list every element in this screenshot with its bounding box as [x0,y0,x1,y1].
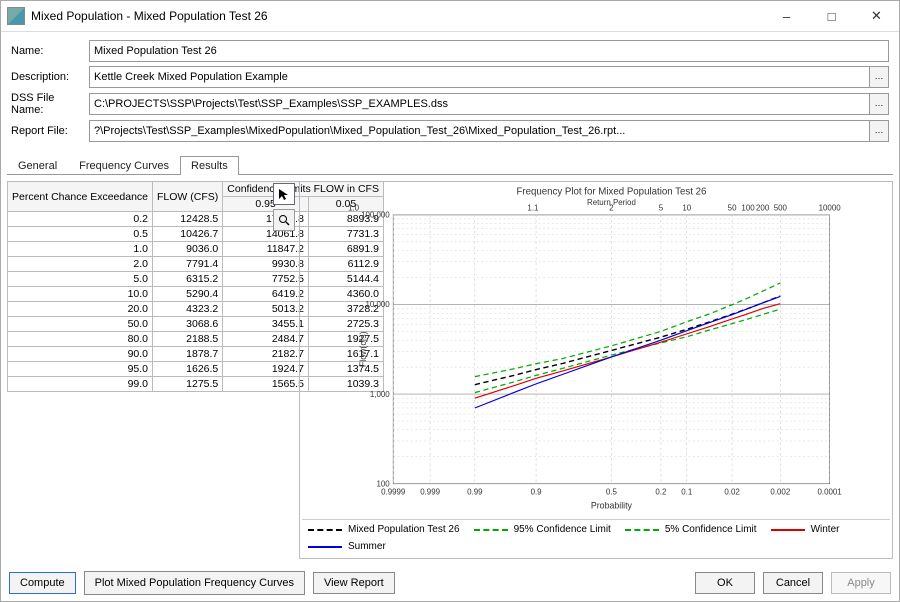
description-browse-button[interactable]: … [870,66,889,88]
svg-text:0.0001: 0.0001 [818,487,843,496]
svg-text:0.99: 0.99 [467,487,483,496]
svg-text:0.5: 0.5 [606,487,618,496]
plot-button[interactable]: Plot Mixed Population Frequency Curves [84,571,305,595]
legend-cl5: 5% Confidence Limit [625,524,757,535]
col-flow: FLOW (CFS) [153,182,223,212]
legend-summer: Summer [308,541,386,552]
plot-area[interactable]: 100 1,000 10,000 100,000 0.9999 0.999 0.99 0.9 0… [302,184,890,519]
svg-text:100: 100 [741,203,755,212]
svg-text:0.9999: 0.9999 [381,487,406,496]
col-percent-chance: Percent Chance Exceedance [8,182,153,212]
report-label: Report File: [11,125,89,137]
svg-text:10000: 10000 [819,203,842,212]
report-browse-button[interactable]: … [870,120,889,142]
dss-input[interactable] [89,93,870,115]
svg-text:10: 10 [682,203,691,212]
description-label: Description: [11,71,89,83]
svg-text:Return Period: Return Period [587,198,636,207]
svg-text:Probability: Probability [591,500,633,510]
app-icon [7,7,25,25]
tab-general[interactable]: General [7,156,68,175]
window-title: Mixed Population - Mixed Population Test… [31,9,764,23]
close-button[interactable]: ✕ [854,2,899,31]
svg-text:50: 50 [728,203,737,212]
name-label: Name: [11,45,89,57]
svg-text:Frequency Plot for Mixed Popul: Frequency Plot for Mixed Population Test… [516,187,706,198]
tab-results[interactable]: Results [180,156,239,175]
maximize-button[interactable]: □ [809,2,854,31]
cancel-button[interactable]: Cancel [763,572,823,594]
form-area: Name: Description: … DSS File Name: … Re… [1,32,899,152]
name-input[interactable] [89,40,889,62]
results-content: Percent Chance Exceedance FLOW (CFS) Con… [1,175,899,565]
plot-legend: Mixed Population Test 26 95% Confidence … [302,519,890,556]
dss-browse-button[interactable]: … [870,93,889,115]
col-cl95: 0.95 [223,197,309,212]
plot-tool-column [273,181,295,559]
svg-text:0.002: 0.002 [770,487,790,496]
svg-text:Flow(cfs): Flow(cfs) [358,331,368,367]
ok-button[interactable]: OK [695,572,755,594]
svg-text:5: 5 [659,203,664,212]
legend-main: Mixed Population Test 26 [308,524,460,535]
svg-text:0.1: 0.1 [681,487,693,496]
view-report-button[interactable]: View Report [313,572,395,594]
svg-text:10,000: 10,000 [365,300,390,309]
svg-text:200: 200 [756,203,770,212]
svg-text:0.999: 0.999 [420,487,440,496]
tab-bar: General Frequency Curves Results [7,152,893,174]
svg-text:500: 500 [774,203,788,212]
tab-frequency-curves[interactable]: Frequency Curves [68,156,180,175]
svg-text:0.9: 0.9 [531,487,543,496]
plot-panel: 100 1,000 10,000 100,000 0.9999 0.999 0.99 0.9 0… [299,181,893,559]
pointer-icon [278,188,290,200]
zoom-tool-button[interactable] [273,209,295,231]
svg-text:0.2: 0.2 [655,487,666,496]
compute-button[interactable]: Compute [9,572,76,594]
dss-label: DSS File Name: [11,92,89,116]
svg-text:1.1: 1.1 [527,203,539,212]
magnifier-icon [278,214,290,226]
titlebar: Mixed Population - Mixed Population Test… [1,1,899,32]
description-input[interactable] [89,66,870,88]
svg-text:100,000: 100,000 [361,211,390,220]
svg-text:0.02: 0.02 [724,487,739,496]
app-window: Mixed Population - Mixed Population Test… [0,0,900,602]
footer-bar: Compute Plot Mixed Population Frequency … [1,565,899,601]
pointer-tool-button[interactable] [273,183,295,205]
svg-text:1.0: 1.0 [348,203,360,212]
apply-button[interactable]: Apply [831,572,891,594]
svg-text:1,000: 1,000 [370,390,390,399]
results-table-panel: Percent Chance Exceedance FLOW (CFS) Con… [7,181,269,559]
legend-winter: Winter [771,524,840,535]
report-input[interactable] [89,120,870,142]
minimize-button[interactable]: – [764,2,809,31]
legend-cl95: 95% Confidence Limit [474,524,611,535]
